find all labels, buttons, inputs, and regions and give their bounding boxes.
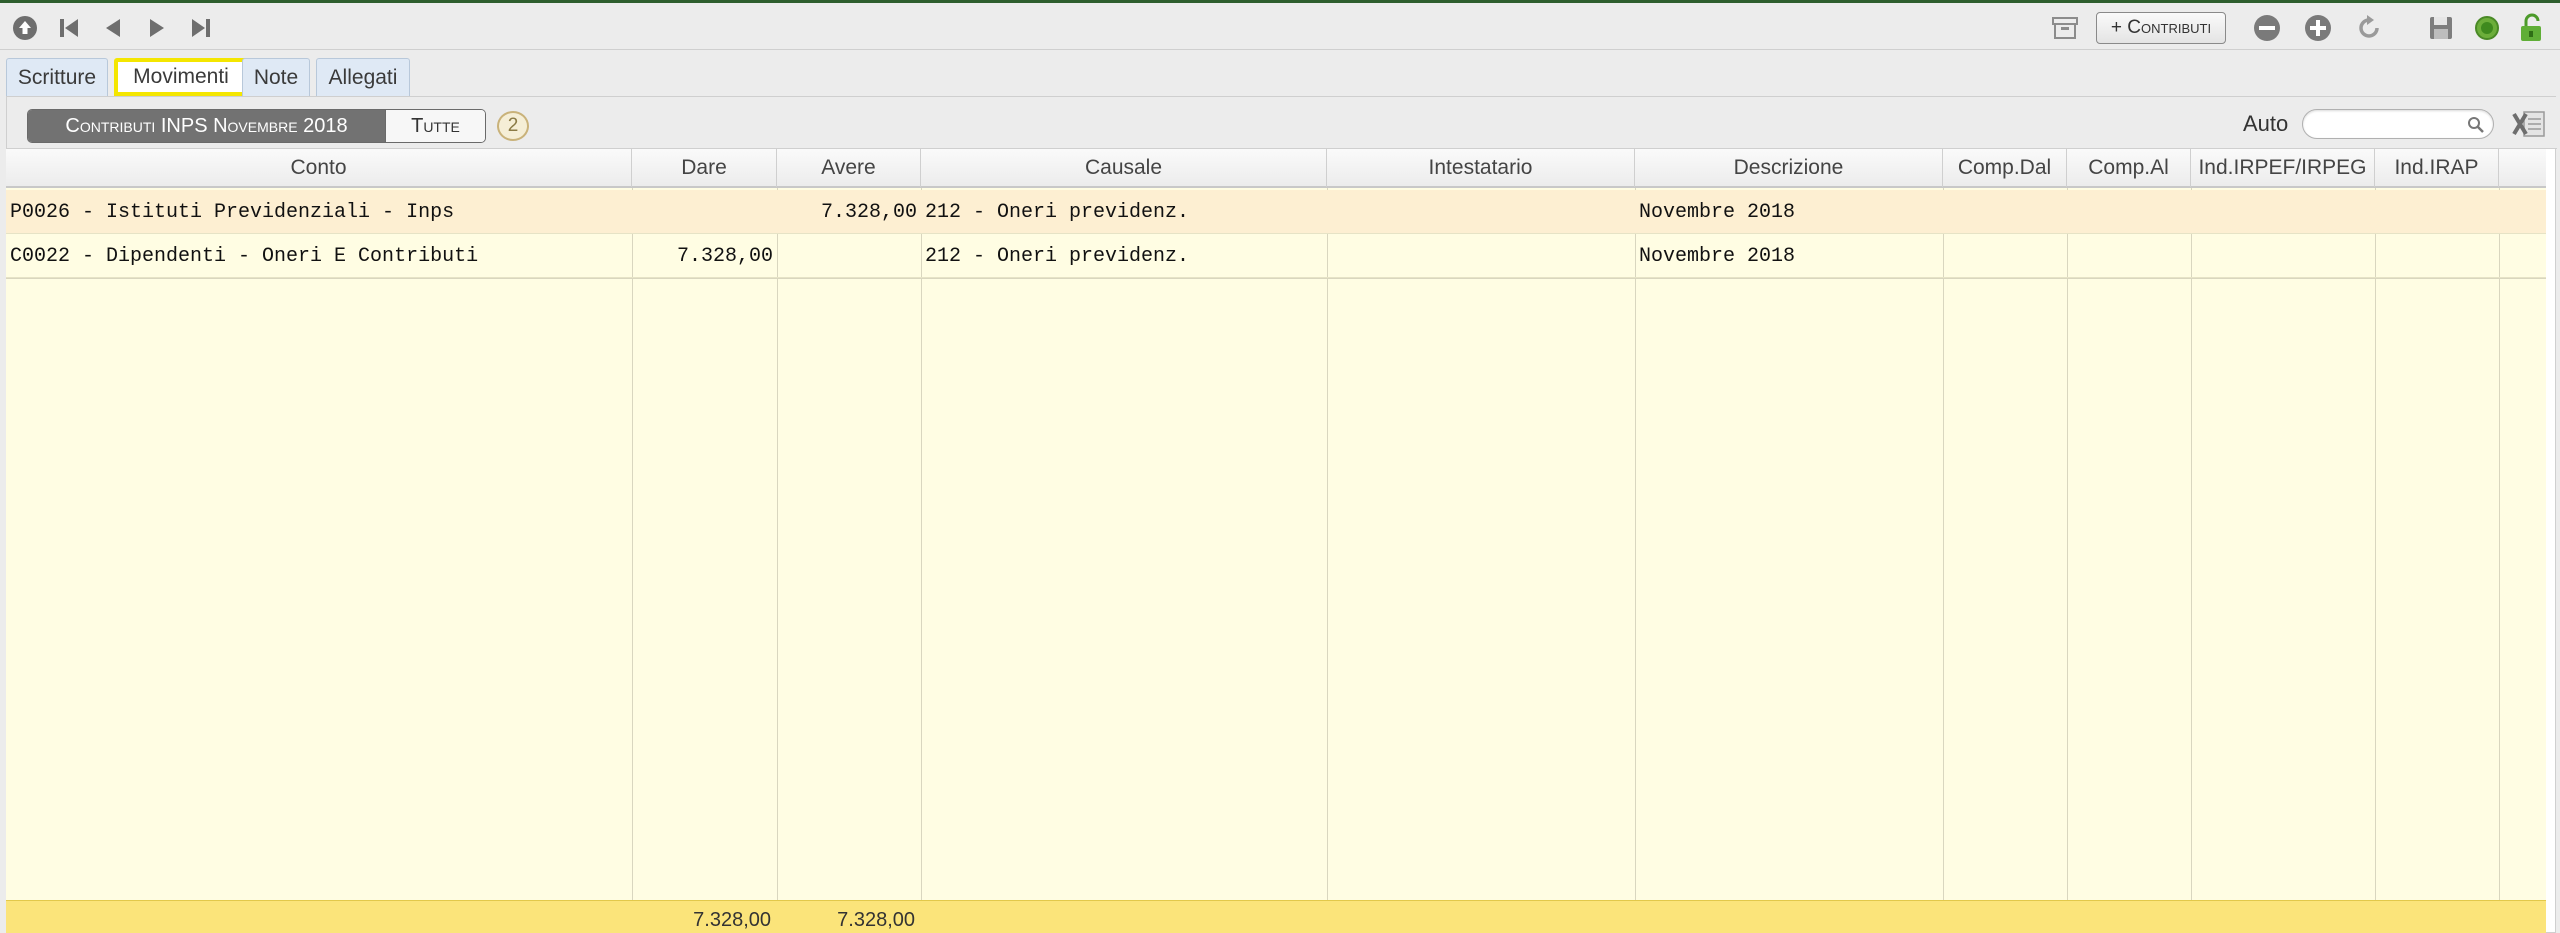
segment-contributi-inps[interactable]: Contributi INPS Novembre 2018 bbox=[28, 110, 385, 142]
cell-intestatario bbox=[1327, 190, 1635, 234]
totals-row: 7.328,00 7.328,00 bbox=[6, 900, 2546, 933]
count-badge: 2 bbox=[497, 111, 529, 141]
column-header-comp-dal[interactable]: Comp.Dal bbox=[1943, 149, 2067, 187]
previous-record-icon[interactable] bbox=[96, 11, 130, 45]
auto-label: Auto bbox=[2243, 111, 2289, 136]
cell-intestatario bbox=[1327, 234, 1635, 278]
cell-descrizione: Novembre 2018 bbox=[1639, 244, 1796, 268]
cell-comp-dal bbox=[1943, 190, 2067, 234]
status-icon bbox=[2470, 11, 2504, 45]
cell-comp-al bbox=[2067, 190, 2191, 234]
first-record-icon[interactable] bbox=[52, 11, 86, 45]
column-header-causale[interactable]: Causale bbox=[921, 149, 1327, 187]
add-contributi-button[interactable]: + Contributi bbox=[2096, 12, 2226, 44]
tab-allegati[interactable]: Allegati bbox=[316, 58, 410, 96]
cell-dare: 7.328,00 bbox=[676, 244, 773, 268]
total-dare: 7.328,00 bbox=[693, 908, 771, 931]
table-row[interactable]: P0026 - Istituti Previdenziali - Inps 7.… bbox=[6, 190, 2546, 234]
cell-ind-irap bbox=[2375, 190, 2499, 234]
home-icon[interactable] bbox=[8, 11, 42, 45]
cell-avere bbox=[777, 234, 921, 278]
cell-comp-al bbox=[2067, 234, 2191, 278]
column-header-ind-irpef[interactable]: Ind.IRPEF/IRPEG bbox=[2191, 149, 2375, 187]
save-icon[interactable] bbox=[2424, 11, 2458, 45]
cell-dare bbox=[632, 190, 777, 234]
total-avere: 7.328,00 bbox=[837, 908, 915, 931]
column-header-comp-al[interactable]: Comp.Al bbox=[2067, 149, 2191, 187]
lock-icon[interactable] bbox=[2514, 11, 2548, 45]
cell-descrizione: Novembre 2018 bbox=[1639, 200, 1796, 224]
column-header-conto[interactable]: Conto bbox=[6, 149, 632, 187]
cell-conto: P0026 - Istituti Previdenziali - Inps bbox=[10, 200, 455, 224]
tab-movimenti[interactable]: Movimenti bbox=[114, 58, 248, 96]
cell-ind-irap bbox=[2375, 234, 2499, 278]
excel-export-icon[interactable] bbox=[2512, 109, 2546, 144]
column-header-dare[interactable]: Dare bbox=[632, 149, 777, 187]
cell-comp-dal bbox=[1943, 234, 2067, 278]
column-header-avere[interactable]: Avere bbox=[777, 149, 921, 187]
refresh-icon[interactable] bbox=[2352, 11, 2386, 45]
cell-causale: 212 - Oneri previdenz. bbox=[925, 200, 1190, 224]
table-header: Conto Dare Avere Causale Intestatario De… bbox=[6, 148, 2546, 188]
cell-avere: 7.328,00 bbox=[820, 200, 917, 224]
search-icon bbox=[2468, 117, 2484, 133]
search-input[interactable] bbox=[2302, 109, 2494, 139]
cell-ind-irpef bbox=[2191, 190, 2375, 234]
cell-causale: 212 - Oneri previdenz. bbox=[925, 244, 1190, 268]
app-window: + Contributi Scritture Movimenti Note Al… bbox=[0, 0, 2560, 933]
cell-conto: C0022 - Dipendenti - Oneri E Contributi bbox=[10, 244, 479, 268]
archive-icon[interactable] bbox=[2048, 11, 2082, 45]
cell-ind-irpef bbox=[2191, 234, 2375, 278]
column-header-intestatario[interactable]: Intestatario bbox=[1327, 149, 1635, 187]
movimenti-table: Conto Dare Avere Causale Intestatario De… bbox=[6, 148, 2546, 933]
tab-scritture[interactable]: Scritture bbox=[6, 58, 108, 96]
tab-note[interactable]: Note bbox=[242, 58, 310, 96]
table-row[interactable]: C0022 - Dipendenti - Oneri E Contributi … bbox=[6, 234, 2546, 278]
last-record-icon[interactable] bbox=[184, 11, 218, 45]
segment-tutte[interactable]: Tutte bbox=[385, 110, 485, 142]
filter-segmented-control: Contributi INPS Novembre 2018 Tutte bbox=[27, 109, 486, 143]
toolbar: + Contributi bbox=[0, 0, 2560, 50]
remove-icon[interactable] bbox=[2250, 11, 2284, 45]
next-record-icon[interactable] bbox=[140, 11, 174, 45]
add-icon[interactable] bbox=[2301, 11, 2335, 45]
column-header-descrizione[interactable]: Descrizione bbox=[1635, 149, 1943, 187]
column-header-ind-irap[interactable]: Ind.IRAP bbox=[2375, 149, 2499, 187]
filter-bar: Contributi INPS Novembre 2018 Tutte 2 Au… bbox=[7, 97, 2557, 149]
